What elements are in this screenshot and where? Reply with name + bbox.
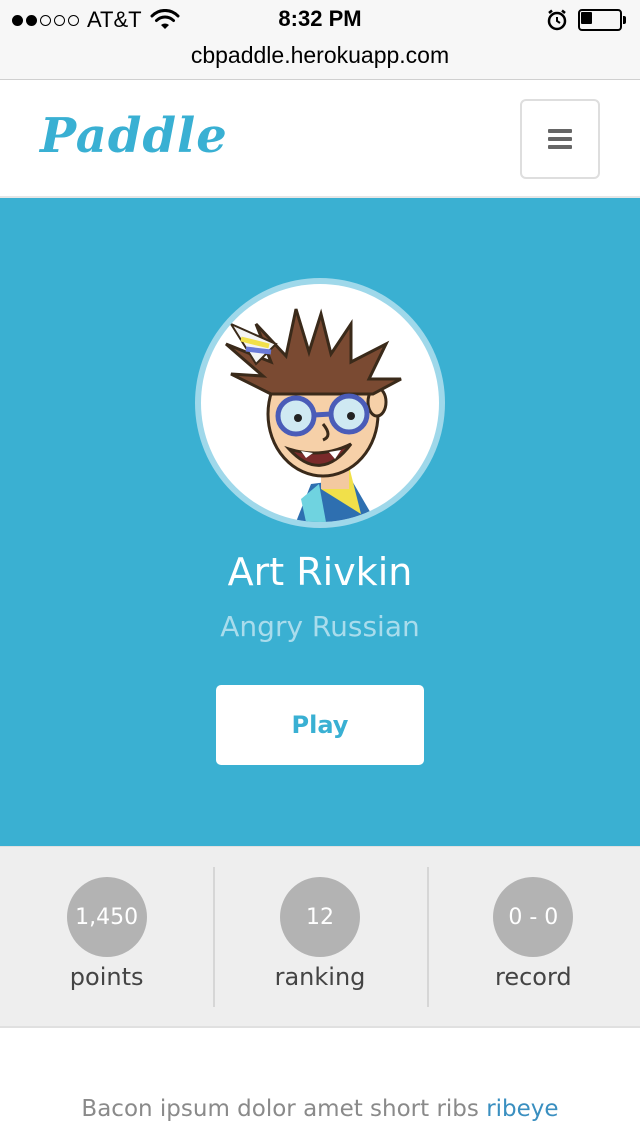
menu-toggle-button[interactable] (520, 99, 600, 179)
ribeye-link[interactable]: ribeye (486, 1096, 558, 1122)
stat-ranking: 12 ranking (213, 847, 426, 1026)
stat-value: 0 - 0 (493, 877, 574, 957)
stat-value: 1,450 (66, 877, 147, 957)
avatar-ring (195, 278, 445, 528)
page-content: Bacon ipsum dolor amet short ribs ribeye (0, 1028, 640, 1136)
intro-paragraph: Bacon ipsum dolor amet short ribs ribeye (0, 1096, 640, 1122)
profile-title: Angry Russian (220, 610, 420, 643)
status-time: 8:32 PM (278, 6, 362, 31)
browser-address-bar[interactable]: cbpaddle.herokuapp.com (0, 40, 640, 80)
battery-level-fill (581, 12, 592, 24)
stat-points: 1,450 points (0, 847, 213, 1026)
stats-bar: 1,450 points 12 ranking 0 - 0 record (0, 846, 640, 1028)
stat-label: points (69, 963, 144, 991)
profile-name: Art Rivkin (227, 550, 413, 594)
navbar: Paddle (0, 80, 640, 198)
cartoon-avatar-image (225, 308, 402, 522)
battery-icon (578, 9, 626, 31)
hamburger-icon (548, 129, 572, 133)
stat-value: 12 (279, 877, 360, 957)
profile-hero: Art Rivkin Angry Russian Play (0, 198, 640, 846)
brand-logo[interactable]: Paddle (40, 108, 228, 164)
stat-label: record (494, 963, 572, 991)
avatar (201, 284, 439, 522)
alarm-clock-icon (547, 9, 567, 31)
status-bar: AT&T 8:32 PM (0, 0, 640, 40)
status-right (546, 8, 626, 32)
play-button[interactable]: Play (216, 685, 424, 765)
hamburger-icon (548, 137, 572, 141)
url-text[interactable]: cbpaddle.herokuapp.com (191, 42, 449, 68)
stat-record: 0 - 0 record (426, 847, 640, 1026)
hamburger-icon (548, 145, 572, 149)
intro-text: Bacon ipsum dolor amet short ribs (81, 1096, 487, 1122)
stat-label: ranking (274, 963, 366, 991)
